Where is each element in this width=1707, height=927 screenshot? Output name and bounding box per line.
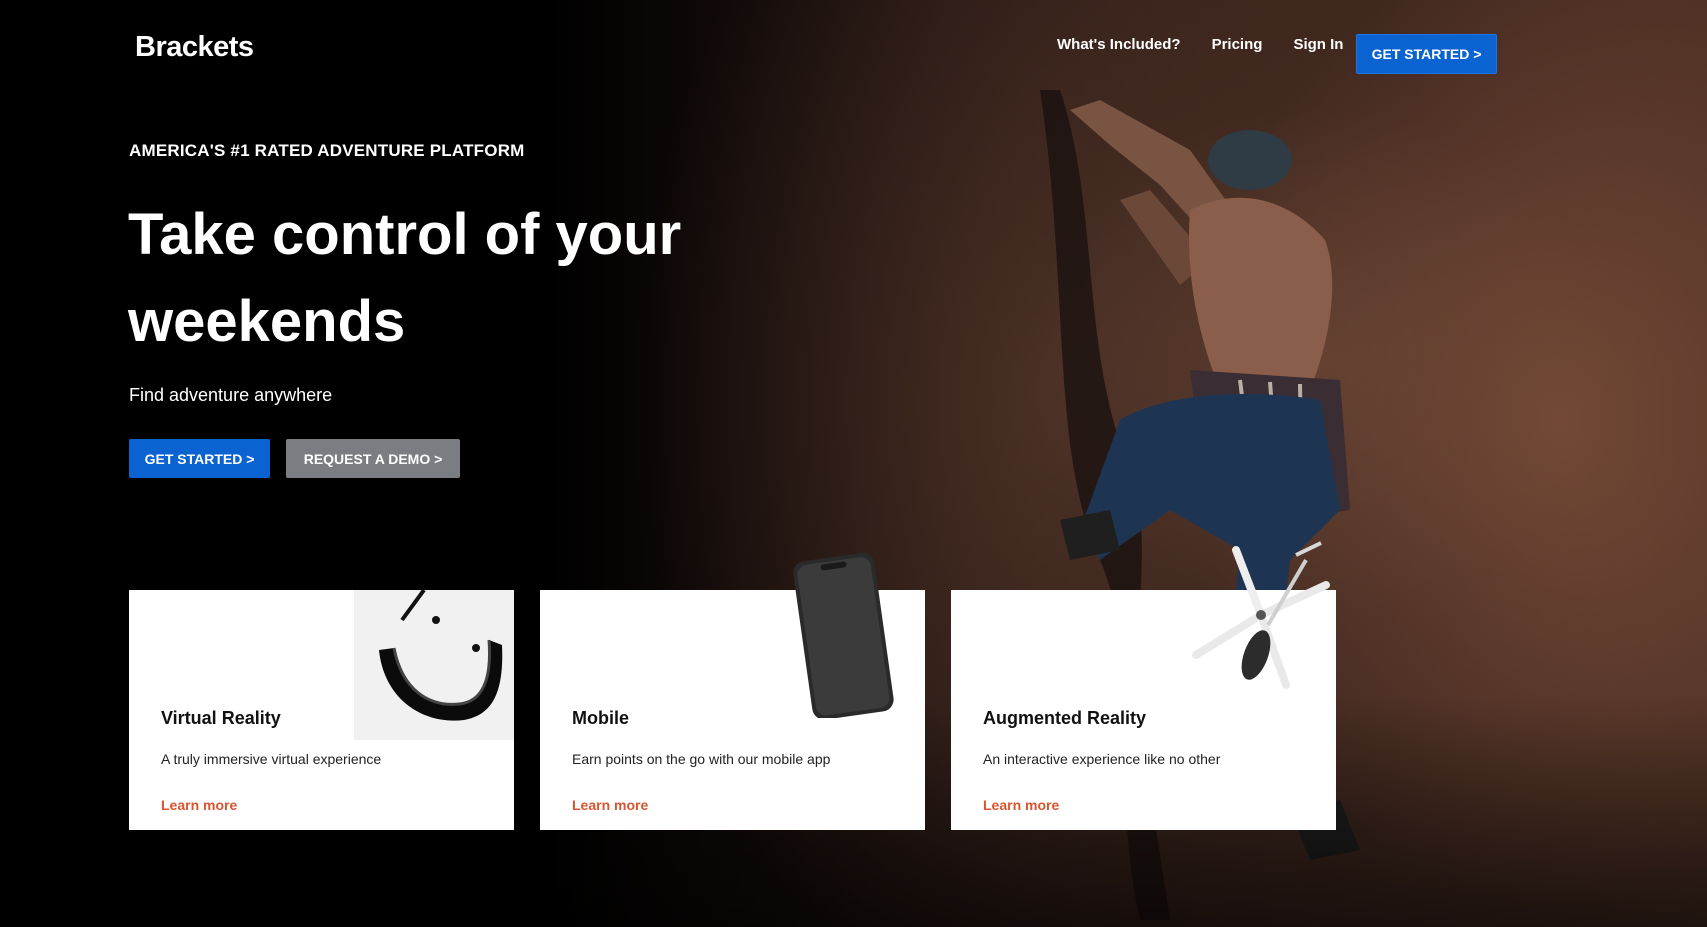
learn-more-link[interactable]: Learn more (572, 797, 648, 813)
get-started-button[interactable]: GET STARTED > (129, 439, 270, 478)
request-demo-button[interactable]: REQUEST A DEMO > (286, 439, 460, 478)
hero-subhead: Find adventure anywhere (129, 385, 333, 405)
smartphone-icon (793, 552, 894, 718)
nav-links: What's Included? Pricing Sign In (1057, 36, 1343, 53)
learn-more-link[interactable]: Learn more (161, 797, 237, 813)
nav-link-pricing[interactable]: Pricing (1212, 36, 1263, 53)
brand-logo[interactable]: Brackets (135, 31, 254, 64)
nav-get-started-button[interactable]: GET STARTED > (1356, 34, 1497, 74)
card-title: Augmented Reality (983, 708, 1147, 728)
card-mobile[interactable]: Mobile Earn points on the go with our mo… (540, 552, 925, 830)
nav-link-whats-included[interactable]: What's Included? (1057, 36, 1181, 53)
card-augmented-reality[interactable]: Augmented Reality An interactive experie… (951, 541, 1336, 830)
hero-eyebrow: AMERICA'S #1 RATED ADVENTURE PLATFORM (129, 141, 525, 160)
top-navbar: Brackets What's Included? Pricing Sign I… (0, 0, 1707, 100)
hero-headline: Take control of your weekends (128, 202, 682, 354)
card-title: Mobile (572, 708, 629, 728)
card-title: Virtual Reality (161, 708, 281, 728)
card-description: Earn points on the go with our mobile ap… (572, 751, 831, 767)
drone-helicopter-icon (1192, 541, 1330, 689)
card-virtual-reality[interactable]: Virtual Reality A truly immersive virtua… (129, 590, 514, 830)
nav-link-sign-in[interactable]: Sign In (1293, 36, 1343, 53)
vr-headset-icon (354, 590, 514, 740)
card-description: A truly immersive virtual experience (161, 751, 382, 767)
card-description: An interactive experience like no other (983, 751, 1221, 767)
learn-more-link[interactable]: Learn more (983, 797, 1059, 813)
